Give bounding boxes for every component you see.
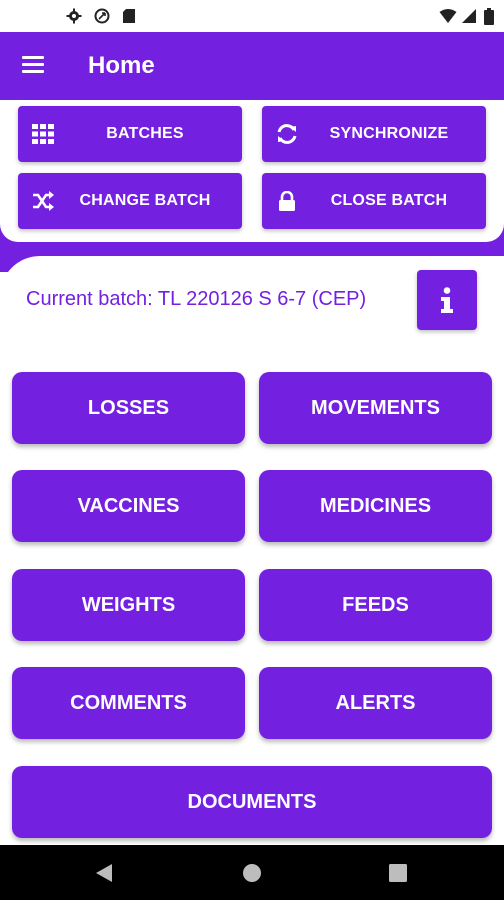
signal-icon: [462, 9, 476, 23]
weights-button[interactable]: WEIGHTS: [12, 569, 245, 641]
documents-button[interactable]: DOCUMENTS: [12, 766, 492, 838]
shuffle-icon: [33, 191, 54, 211]
top-actions-card: BATCHES SYNCHRONIZE CHANGE BATCH CLOSE B…: [0, 100, 504, 242]
app-bar: Home: [0, 32, 504, 100]
battery-icon: [484, 8, 494, 25]
sync-icon: [94, 8, 110, 24]
wifi-icon: [439, 9, 457, 23]
movements-button[interactable]: MOVEMENTS: [259, 372, 492, 444]
alerts-button[interactable]: ALERTS: [259, 667, 492, 739]
main-panel: [0, 256, 504, 846]
menu-icon[interactable]: [22, 56, 44, 74]
losses-button[interactable]: LOSSES: [12, 372, 245, 444]
batches-button[interactable]: BATCHES: [18, 106, 242, 162]
batch-info-button[interactable]: [417, 270, 477, 330]
current-batch-text: Current batch: TL 220126 S 6-7 (CEP): [26, 288, 367, 310]
comments-button[interactable]: COMMENTS: [12, 667, 245, 739]
settings-icon: [66, 8, 82, 24]
synchronize-button[interactable]: SYNCHRONIZE: [262, 106, 486, 162]
system-nav-bar: [0, 845, 504, 900]
change-batch-button[interactable]: CHANGE BATCH: [18, 173, 242, 229]
close-batch-button[interactable]: CLOSE BATCH: [262, 173, 486, 229]
page-title: Home: [88, 52, 155, 79]
grid-icon: [32, 124, 54, 144]
lock-icon: [279, 191, 295, 211]
info-icon: [441, 287, 453, 313]
medicines-button[interactable]: MEDICINES: [259, 470, 492, 542]
top-actions-panel: BATCHES SYNCHRONIZE CHANGE BATCH CLOSE B…: [0, 100, 504, 245]
recents-icon[interactable]: [389, 864, 407, 882]
back-icon[interactable]: [95, 863, 113, 883]
vaccines-button[interactable]: VACCINES: [12, 470, 245, 542]
refresh-icon: [277, 124, 297, 144]
sd-card-icon: [123, 9, 135, 23]
home-icon[interactable]: [242, 863, 262, 883]
feeds-button[interactable]: FEEDS: [259, 569, 492, 641]
status-bar: [0, 0, 504, 32]
